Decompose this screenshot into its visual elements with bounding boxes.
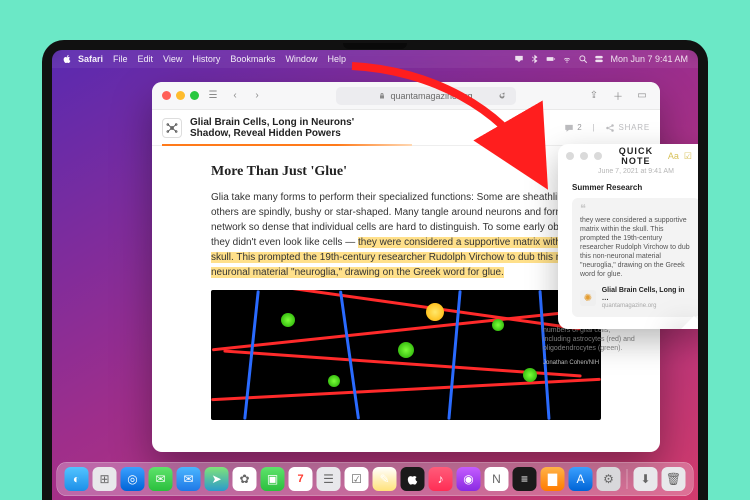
sidebar-button[interactable]: ☰	[205, 88, 221, 104]
airplay-icon[interactable]	[514, 54, 524, 64]
note-link[interactable]: ✺ Glial Brain Cells, Long in … quantamag…	[580, 287, 692, 309]
link-thumbnail-icon: ✺	[580, 290, 596, 306]
note-quote-block[interactable]: ❝ they were considered a supportive matr…	[572, 198, 698, 317]
dock-contacts[interactable]: ☰	[317, 467, 341, 491]
battery-icon[interactable]	[546, 54, 556, 64]
window-close-button[interactable]	[162, 91, 171, 100]
article-header-bar: Glial Brain Cells, Long in Neurons' Shad…	[152, 110, 660, 146]
dock-safari[interactable]: ◎	[121, 467, 145, 491]
share-icon	[605, 123, 615, 133]
dock-launchpad[interactable]: ⊞	[93, 467, 117, 491]
dock-news[interactable]: N	[485, 467, 509, 491]
dock-maps[interactable]: ➤	[205, 467, 229, 491]
image-caption: numbers of glial cells, including astroc…	[543, 326, 638, 368]
window-zoom-button[interactable]	[190, 91, 199, 100]
dock-messages[interactable]: ✉	[149, 467, 173, 491]
dock-books[interactable]: ▇	[541, 467, 565, 491]
safari-toolbar: ☰ ‹ › quantamagazine.org ⇪ ＋ ▭	[152, 82, 660, 110]
dock-finder[interactable]: ◐	[65, 467, 89, 491]
dock-stocks[interactable]: ≡	[513, 467, 537, 491]
share-button[interactable]: ⇪	[586, 88, 602, 104]
window-zoom-button[interactable]	[594, 152, 602, 160]
bluetooth-icon[interactable]	[530, 54, 540, 64]
menubar-item[interactable]: Window	[285, 54, 317, 64]
dock-appstore[interactable]: A	[569, 467, 593, 491]
menubar-item[interactable]: File	[113, 54, 128, 64]
note-date: June 7, 2021 at 9:41 AM	[572, 168, 698, 175]
comment-icon	[564, 123, 574, 133]
new-tab-button[interactable]: ＋	[610, 88, 626, 104]
control-center-icon[interactable]	[594, 54, 604, 64]
menubar-item[interactable]: Edit	[138, 54, 154, 64]
menubar-item[interactable]: Help	[327, 54, 346, 64]
quote-icon: ❝	[580, 205, 692, 213]
dock-podcasts[interactable]: ◉	[457, 467, 481, 491]
image-credit: Jonathan Cohen/NIH	[543, 359, 638, 368]
dock-calendar[interactable]: 7	[289, 467, 313, 491]
search-icon[interactable]	[578, 54, 588, 64]
menubar-app[interactable]: Safari	[78, 54, 103, 64]
forward-button[interactable]: ›	[249, 88, 265, 104]
link-source: quantamagazine.org	[602, 303, 692, 309]
window-minimize-button[interactable]	[176, 91, 185, 100]
link-title: Glial Brain Cells, Long in …	[602, 287, 692, 303]
site-logo-icon[interactable]	[162, 118, 182, 138]
wifi-icon[interactable]	[562, 54, 572, 64]
checklist-button[interactable]: ☑	[684, 151, 692, 162]
window-close-button[interactable]	[566, 152, 574, 160]
menubar-item[interactable]: History	[192, 54, 220, 64]
back-button[interactable]: ‹	[227, 88, 243, 104]
note-quote-text: they were considered a supportive matrix…	[580, 216, 692, 279]
menubar-clock[interactable]: Mon Jun 7 9:41 AM	[610, 54, 688, 64]
apple-logo-icon[interactable]	[62, 54, 72, 64]
menubar-item[interactable]: View	[163, 54, 182, 64]
dock-trash[interactable]: 🗑	[662, 467, 686, 491]
comment-count[interactable]: 2	[564, 123, 582, 133]
dock-photos[interactable]: ✿	[233, 467, 257, 491]
dock-mail[interactable]: ✉	[177, 467, 201, 491]
dock-reminders[interactable]: ☑	[345, 467, 369, 491]
more-button[interactable]: ⋯	[697, 151, 698, 162]
dock[interactable]: ◐⊞◎✉✉➤✿▣7☰☑✎♪◉N≡▇A⚙⬇🗑	[57, 462, 694, 496]
address-bar[interactable]: quantamagazine.org	[336, 87, 516, 105]
address-text: quantamagazine.org	[390, 91, 472, 101]
format-button[interactable]: Aa	[668, 151, 679, 162]
reload-icon[interactable]	[498, 92, 506, 100]
divider: |	[593, 123, 596, 132]
quick-note-panel[interactable]: QUICK NOTE Aa ☑ ⋯ June 7, 2021 at 9:41 A…	[558, 144, 698, 329]
menubar: Safari File Edit View History Bookmarks …	[52, 50, 698, 68]
window-minimize-button[interactable]	[580, 152, 588, 160]
article-heading: More Than Just 'Glue'	[211, 164, 601, 180]
dock-downloads[interactable]: ⬇	[634, 467, 658, 491]
quick-note-title: QUICK NOTE	[608, 146, 664, 166]
share-action[interactable]: SHARE	[605, 123, 650, 133]
article-title: Glial Brain Cells, Long in Neurons' Shad…	[190, 117, 390, 139]
dock-tv[interactable]	[401, 467, 425, 491]
lock-icon	[378, 92, 386, 100]
desktop: Safari File Edit View History Bookmarks …	[52, 50, 698, 500]
dock-separator	[627, 469, 628, 489]
menubar-status: Mon Jun 7 9:41 AM	[508, 54, 688, 64]
dock-notes[interactable]: ✎	[373, 467, 397, 491]
note-heading[interactable]: Summer Research	[572, 183, 698, 192]
tabs-button[interactable]: ▭	[634, 88, 650, 104]
dock-settings[interactable]: ⚙	[597, 467, 621, 491]
dock-facetime[interactable]: ▣	[261, 467, 285, 491]
article-paragraph: Glia take many forms to perform their sp…	[211, 190, 601, 280]
dock-music[interactable]: ♪	[429, 467, 453, 491]
menubar-item[interactable]: Bookmarks	[230, 54, 275, 64]
